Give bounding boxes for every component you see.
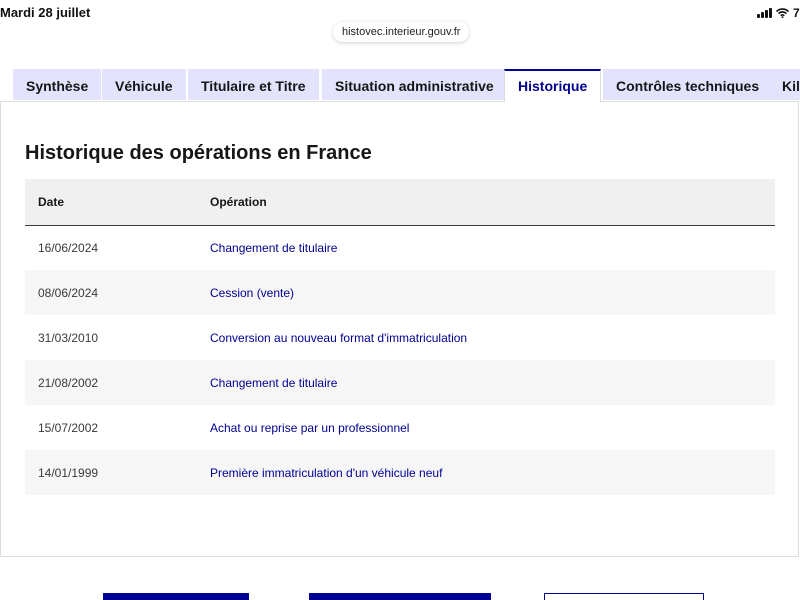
- bottom-action-button-3[interactable]: [544, 593, 704, 600]
- tab-historique[interactable]: Historique: [504, 69, 602, 102]
- table-row: 16/06/2024 Changement de titulaire: [25, 225, 775, 270]
- tab-bar: Synthèse Véhicule Titulaire et Titre Sit…: [0, 69, 800, 102]
- status-icons: 73: [757, 6, 800, 20]
- row-operation: Première immatriculation d'un véhicule n…: [197, 450, 775, 495]
- tab-kilometrage[interactable]: Kilométrage: [769, 69, 800, 100]
- table-row: 31/03/2010 Conversion au nouveau format …: [25, 315, 775, 360]
- tab-controles-techniques[interactable]: Contrôles techniques: [603, 69, 773, 100]
- row-date: 08/06/2024: [25, 270, 197, 315]
- table-header-row: Date Opération: [25, 179, 775, 226]
- table-row: 14/01/1999 Première immatriculation d'un…: [25, 450, 775, 495]
- wifi-icon: [776, 8, 789, 18]
- url-text: histovec.interieur.gouv.fr: [342, 26, 461, 38]
- tab-synthese[interactable]: Synthèse: [13, 69, 102, 100]
- table-row: 21/08/2002 Changement de titulaire: [25, 360, 775, 405]
- row-operation: Cession (vente): [197, 270, 775, 315]
- section-title: Historique des opérations en France: [25, 142, 372, 164]
- bottom-action-button-1[interactable]: [103, 593, 249, 600]
- row-date: 31/03/2010: [25, 315, 197, 360]
- address-bar[interactable]: histovec.interieur.gouv.fr: [333, 22, 470, 42]
- tab-situation-administrative[interactable]: Situation administrative: [322, 69, 507, 100]
- tab-titulaire-et-titre[interactable]: Titulaire et Titre: [188, 69, 319, 100]
- row-date: 14/01/1999: [25, 450, 197, 495]
- row-date: 21/08/2002: [25, 360, 197, 405]
- table-row: 08/06/2024 Cession (vente): [25, 270, 775, 315]
- row-date: 15/07/2002: [25, 405, 197, 450]
- row-operation: Changement de titulaire: [197, 225, 775, 270]
- column-header-date: Date: [25, 179, 197, 226]
- table-row: 15/07/2002 Achat ou reprise par un profe…: [25, 405, 775, 450]
- battery-percentage: 73: [793, 6, 800, 20]
- cellular-signal-icon: [757, 8, 772, 18]
- status-date-time: Mardi 28 juillet: [0, 5, 91, 20]
- bottom-action-button-2[interactable]: [309, 593, 491, 600]
- row-operation: Changement de titulaire: [197, 360, 775, 405]
- row-date: 16/06/2024: [25, 225, 197, 270]
- row-operation: Achat ou reprise par un professionnel: [197, 405, 775, 450]
- row-operation: Conversion au nouveau format d'immatricu…: [197, 315, 775, 360]
- history-table: Date Opération 16/06/2024 Changement de …: [25, 179, 775, 495]
- column-header-operation: Opération: [197, 179, 775, 226]
- tab-vehicule[interactable]: Véhicule: [102, 69, 186, 100]
